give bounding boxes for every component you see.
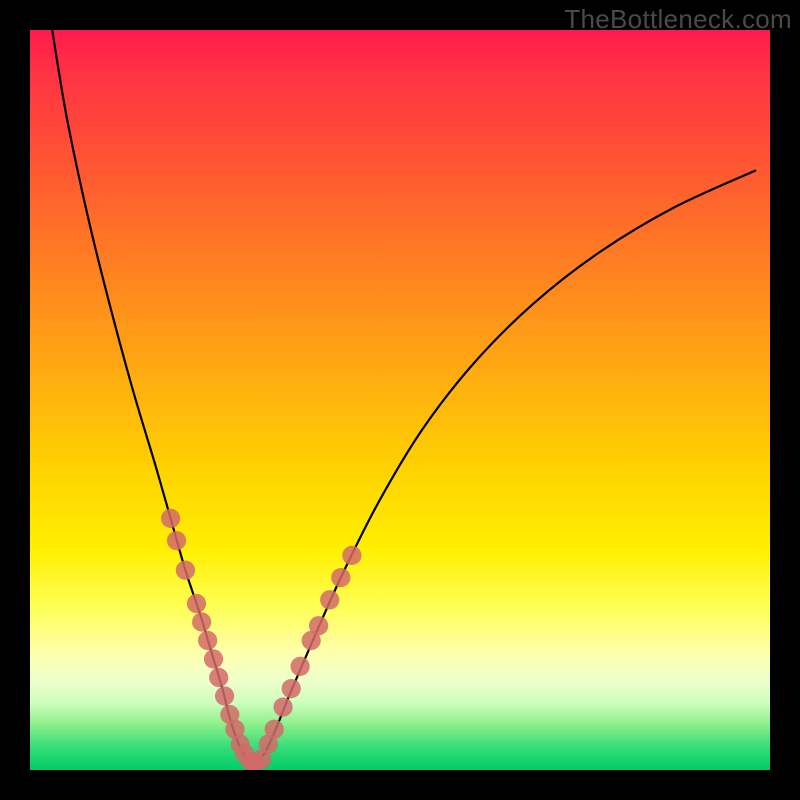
data-marker (273, 697, 292, 716)
watermark-label: TheBottleneck.com (564, 4, 792, 35)
data-marker (331, 568, 350, 587)
data-marker (290, 657, 309, 676)
data-marker (192, 612, 211, 631)
data-marker (215, 686, 234, 705)
data-marker (204, 649, 223, 668)
chart-frame: TheBottleneck.com (0, 0, 800, 800)
data-marker (342, 546, 361, 565)
bottleneck-curve (52, 30, 755, 763)
data-marker (187, 594, 206, 613)
data-marker (309, 616, 328, 635)
data-marker (161, 509, 180, 528)
data-marker (282, 679, 301, 698)
data-marker (198, 631, 217, 650)
plot-area (30, 30, 770, 770)
data-marker (209, 668, 228, 687)
data-marker (176, 561, 195, 580)
curve-svg (30, 30, 770, 770)
data-marker (167, 531, 186, 550)
data-marker (320, 590, 339, 609)
data-marker (265, 720, 284, 739)
